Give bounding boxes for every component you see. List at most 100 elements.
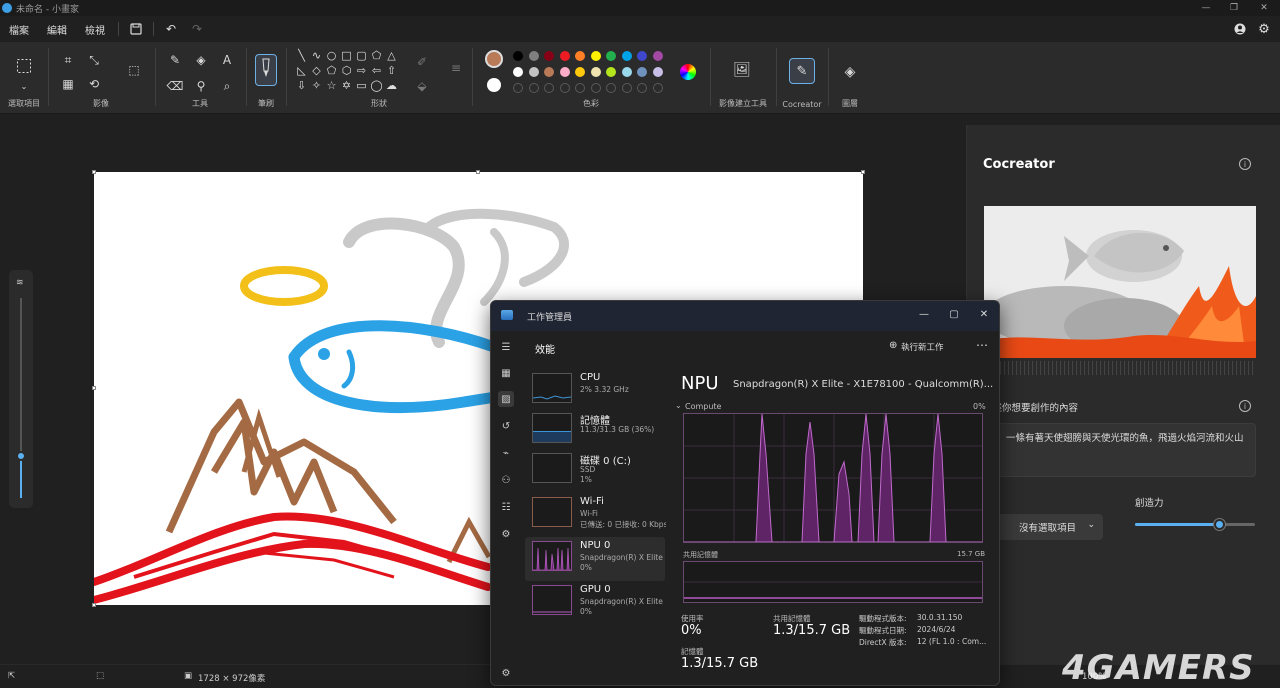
maximize-button[interactable]: ▢ bbox=[939, 304, 969, 324]
color-swatch[interactable] bbox=[528, 67, 539, 77]
color-swatch[interactable] bbox=[621, 51, 632, 61]
performance-icon[interactable]: ▨ bbox=[498, 391, 514, 407]
color-swatch[interactable] bbox=[652, 51, 663, 61]
list-item-cpu[interactable]: CPU 2% 3.32 GHz bbox=[525, 369, 665, 413]
callout-rect-icon[interactable]: ▭ bbox=[354, 78, 369, 93]
down-arrow-shape-icon[interactable]: ⇩ bbox=[294, 78, 309, 93]
six-point-star-icon[interactable]: ✡ bbox=[339, 78, 354, 93]
settings-gear-icon[interactable]: ⚙ bbox=[498, 665, 514, 681]
list-item-disk[interactable]: 磁碟 0 (C:) SSD 1% bbox=[525, 449, 665, 493]
color-swatch[interactable] bbox=[575, 67, 585, 77]
crop-icon[interactable]: ⌗ bbox=[58, 50, 78, 70]
compute-graph-label[interactable]: Compute bbox=[685, 402, 721, 411]
color-swatch[interactable] bbox=[637, 51, 647, 61]
slider-thumb[interactable] bbox=[16, 451, 26, 461]
color-swatch[interactable] bbox=[513, 67, 523, 77]
custom-color-slot[interactable] bbox=[513, 83, 523, 93]
custom-color-slot[interactable] bbox=[590, 83, 601, 93]
app-history-icon[interactable]: ↺ bbox=[498, 418, 514, 434]
text-icon[interactable]: A bbox=[217, 50, 237, 70]
color-swatch[interactable] bbox=[621, 67, 632, 77]
more-options-icon[interactable]: ⋯ bbox=[976, 338, 988, 352]
fill-icon[interactable]: ⬙ bbox=[412, 76, 432, 96]
canvas-resize-handle[interactable] bbox=[92, 603, 96, 607]
chevron-down-icon[interactable]: ⌄ bbox=[14, 76, 34, 96]
processes-icon[interactable]: ▦ bbox=[498, 365, 514, 381]
image-select-icon[interactable]: ⬚ bbox=[124, 60, 144, 80]
pentagon-shape-icon[interactable]: ⬠ bbox=[324, 63, 339, 78]
image-creator-icon[interactable]: 🖼 bbox=[732, 60, 752, 80]
up-arrow-shape-icon[interactable]: ⇧ bbox=[384, 63, 399, 78]
primary-color-swatch[interactable] bbox=[485, 50, 503, 68]
list-item-npu[interactable]: NPU 0 Snapdragon(R) X Elite 0% bbox=[525, 537, 665, 581]
triangle-shape-icon[interactable]: △ bbox=[384, 48, 399, 63]
secondary-color-swatch[interactable] bbox=[487, 78, 501, 92]
menu-file[interactable]: 檔案 bbox=[0, 22, 38, 37]
chevron-down-icon[interactable]: ⌄ bbox=[675, 401, 682, 410]
magnifier-icon[interactable]: ⌕ bbox=[217, 76, 237, 96]
remove-background-icon[interactable]: ▦ bbox=[58, 74, 78, 94]
color-swatch[interactable] bbox=[559, 67, 570, 77]
color-swatch[interactable] bbox=[606, 67, 616, 77]
four-point-star-icon[interactable]: ✧ bbox=[309, 78, 324, 93]
canvas-resize-handle[interactable] bbox=[92, 386, 96, 390]
maximize-button[interactable]: ❐ bbox=[1220, 0, 1248, 16]
close-button[interactable]: ✕ bbox=[1250, 0, 1278, 16]
close-button[interactable]: ✕ bbox=[969, 304, 999, 324]
five-point-star-icon[interactable]: ☆ bbox=[324, 78, 339, 93]
color-swatch[interactable] bbox=[637, 67, 647, 77]
curve-shape-icon[interactable]: ∿ bbox=[309, 48, 324, 63]
custom-color-slot[interactable] bbox=[606, 83, 616, 93]
hexagon-shape-icon[interactable]: ⬡ bbox=[339, 63, 354, 78]
menu-view[interactable]: 檢視 bbox=[76, 22, 114, 37]
redo-icon[interactable]: ↷ bbox=[184, 19, 210, 39]
color-swatch[interactable] bbox=[575, 51, 585, 61]
settings-gear-icon[interactable]: ⚙ bbox=[1254, 19, 1274, 39]
rectangle-shape-icon[interactable]: □ bbox=[339, 48, 354, 63]
color-swatch[interactable] bbox=[559, 51, 570, 61]
pencil-icon[interactable]: ✎ bbox=[165, 50, 185, 70]
brush-button[interactable] bbox=[255, 54, 277, 86]
rotate-icon[interactable]: ⟲ bbox=[84, 74, 104, 94]
info-icon[interactable]: i bbox=[1239, 400, 1251, 412]
list-item-wifi[interactable]: Wi-Fi Wi-Fi 已傳送: 0 已接收: 0 Kbps bbox=[525, 493, 666, 537]
custom-color-slot[interactable] bbox=[637, 83, 647, 93]
canvas-resize-handle[interactable] bbox=[92, 170, 96, 174]
layers-icon[interactable]: ◈ bbox=[840, 62, 860, 82]
run-new-task-button[interactable]: 執行新工作 bbox=[901, 341, 944, 353]
canvas-resize-handle[interactable] bbox=[476, 170, 480, 174]
style-dropdown[interactable]: 沒有選取項目 ⌄ bbox=[997, 514, 1103, 540]
eraser-icon[interactable]: ⌫ bbox=[165, 76, 185, 96]
resize-icon[interactable]: ⤡ bbox=[84, 50, 104, 70]
rounded-rectangle-shape-icon[interactable]: ▢ bbox=[354, 48, 369, 63]
diamond-shape-icon[interactable]: ◇ bbox=[309, 63, 324, 78]
info-icon[interactable]: i bbox=[1239, 158, 1251, 170]
fill-bucket-icon[interactable]: ◈ bbox=[191, 50, 211, 70]
creativity-slider[interactable] bbox=[1135, 519, 1255, 530]
outline-icon[interactable]: ✐ bbox=[412, 52, 432, 72]
custom-color-slot[interactable] bbox=[575, 83, 585, 93]
users-icon[interactable]: ⚇ bbox=[498, 472, 514, 488]
custom-color-slot[interactable] bbox=[652, 83, 663, 93]
color-swatch[interactable] bbox=[544, 67, 554, 77]
undo-icon[interactable]: ↶ bbox=[158, 19, 184, 39]
cocreator-icon[interactable]: ✎ bbox=[789, 58, 815, 84]
polygon-shape-icon[interactable]: ⬠ bbox=[369, 48, 384, 63]
generated-image[interactable] bbox=[984, 206, 1256, 358]
menu-edit[interactable]: 編輯 bbox=[38, 22, 76, 37]
rectangle-select-icon[interactable] bbox=[14, 56, 34, 76]
edit-colors-icon[interactable] bbox=[680, 64, 696, 80]
shape-size-icon[interactable]: ≡ bbox=[446, 58, 466, 78]
brush-size-slider[interactable]: ≋ bbox=[9, 270, 33, 508]
custom-color-slot[interactable] bbox=[528, 83, 539, 93]
list-item-memory[interactable]: 記憶體 11.3/31.3 GB (36%) bbox=[525, 409, 665, 453]
color-swatch[interactable] bbox=[513, 51, 523, 61]
details-icon[interactable]: ☷ bbox=[498, 499, 514, 515]
minimize-button[interactable]: — bbox=[1192, 0, 1220, 16]
left-arrow-shape-icon[interactable]: ⇦ bbox=[369, 63, 384, 78]
hamburger-menu-icon[interactable]: ☰ bbox=[498, 339, 514, 355]
custom-color-slot[interactable] bbox=[544, 83, 554, 93]
list-item-gpu[interactable]: GPU 0 Snapdragon(R) X Elite 0% bbox=[525, 581, 665, 625]
callout-oval-icon[interactable]: ◯ bbox=[369, 78, 384, 93]
line-shape-icon[interactable]: ╲ bbox=[294, 48, 309, 63]
